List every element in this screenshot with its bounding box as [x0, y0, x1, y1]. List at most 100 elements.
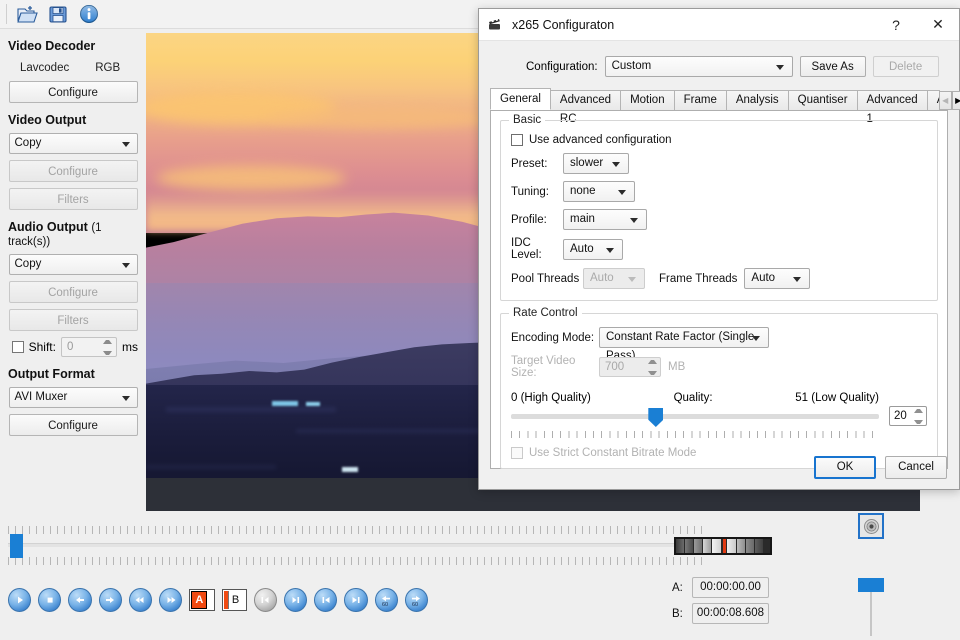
encoding-mode-label: Encoding Mode: [511, 332, 599, 344]
tuning-select[interactable]: none [563, 181, 635, 202]
video-output-codec-value: Copy [15, 137, 42, 149]
pool-threads-select[interactable]: Auto [583, 268, 645, 289]
timeline-handle[interactable] [10, 534, 23, 558]
speaker-icon[interactable] [858, 513, 884, 539]
chevron-down-icon [630, 218, 638, 223]
quality-slider-rail [511, 414, 879, 419]
back-60-button[interactable]: 60 [375, 588, 398, 612]
tab-motion[interactable]: Motion [620, 90, 675, 110]
open-file-icon[interactable] [14, 2, 40, 26]
video-decoder-configure-button[interactable]: Configure [9, 81, 138, 103]
profile-value: main [570, 213, 595, 225]
video-preview [146, 33, 490, 511]
frame-threads-select[interactable]: Auto [744, 268, 810, 289]
tab-scroll-next-icon[interactable]: ▶ [952, 91, 960, 110]
dialog-titlebar: x265 Configuraton ? ✕ [479, 9, 959, 41]
output-format-select[interactable]: AVI Muxer [9, 387, 138, 408]
decoder-colorspace: RGB [95, 62, 120, 74]
delete-button[interactable]: Delete [873, 56, 939, 77]
quality-max-label: 51 (Low Quality) [795, 392, 879, 404]
spinner-arrows-icon[interactable] [103, 340, 112, 355]
dialog-tabs: General Advanced RC Motion Frame Analysi… [490, 89, 948, 111]
basic-group: Basic Use advanced configuration Preset:… [500, 120, 938, 301]
mark-a-button[interactable]: A [189, 589, 214, 611]
save-file-icon[interactable] [45, 2, 71, 26]
target-video-size-unit: MB [668, 361, 685, 373]
timeline-scrollbar[interactable] [8, 526, 708, 571]
video-output-filters-button[interactable]: Filters [9, 188, 138, 210]
marker-a-field[interactable]: 00:00:00.00 [692, 577, 769, 598]
x265-app-icon [488, 16, 505, 34]
tuning-value: none [570, 185, 596, 197]
tab-scroll-prev-icon[interactable]: ◀ [939, 91, 952, 110]
step-back-button[interactable] [68, 588, 91, 612]
tab-analysis[interactable]: Analysis [726, 90, 789, 110]
quality-slider-knob[interactable] [648, 408, 663, 427]
timeline-track[interactable] [8, 543, 708, 547]
quality-slider[interactable] [511, 407, 879, 429]
audio-output-title: Audio Output (1 track(s)) [8, 220, 138, 248]
stop-button[interactable] [38, 588, 61, 612]
tab-advanced-1[interactable]: Advanced 1 [857, 90, 928, 110]
forward-60-button[interactable]: 60 [405, 588, 428, 612]
close-icon[interactable]: ✕ [917, 9, 959, 40]
ok-button[interactable]: OK [814, 456, 876, 479]
idc-level-select[interactable]: Auto [563, 239, 623, 260]
audio-output-configure-button[interactable]: Configure [9, 281, 138, 303]
encoding-mode-select[interactable]: Constant Rate Factor (Single Pass) [599, 327, 769, 348]
go-to-end-button[interactable] [344, 588, 367, 612]
info-icon[interactable] [76, 2, 102, 26]
timeline-ticks-top [8, 526, 708, 534]
configuration-select[interactable]: Custom [605, 56, 793, 77]
marker-b-label: B: [672, 608, 684, 620]
tab-general[interactable]: General [490, 88, 551, 110]
fast-forward-button[interactable] [159, 588, 182, 612]
step-forward-button[interactable] [99, 588, 122, 612]
profile-select[interactable]: main [563, 209, 647, 230]
volume-slider-rail [870, 590, 872, 636]
tab-quantiser[interactable]: Quantiser [788, 90, 858, 110]
volume-slider[interactable] [858, 578, 884, 636]
profile-row: Profile: main [511, 209, 927, 230]
tab-advanced-rc[interactable]: Advanced RC [550, 90, 621, 110]
cancel-button[interactable]: Cancel [885, 456, 947, 479]
help-button[interactable]: ? [875, 9, 917, 40]
audio-output-filters-button[interactable]: Filters [9, 309, 138, 331]
profile-label: Profile: [511, 214, 563, 226]
previous-black-frame-button[interactable] [254, 588, 277, 612]
save-as-button[interactable]: Save As [800, 56, 866, 77]
play-button[interactable] [8, 588, 31, 612]
mark-a-label: A [191, 591, 207, 609]
use-advanced-row: Use advanced configuration [511, 134, 927, 146]
preset-value: slower [570, 157, 603, 169]
video-output-configure-button[interactable]: Configure [9, 160, 138, 182]
marker-b-field[interactable]: 00:00:08.608 [692, 603, 769, 624]
mark-b-button[interactable]: B [222, 589, 247, 611]
spinner-arrows-icon[interactable] [648, 360, 657, 375]
dialog-body: Configuration: Custom Save As Delete Gen… [479, 41, 959, 469]
vu-meter-marker [723, 539, 726, 553]
go-to-start-button[interactable] [314, 588, 337, 612]
rewind-button[interactable] [129, 588, 152, 612]
audio-shift-row: Shift: 0 ms [12, 337, 138, 357]
audio-output-codec-select[interactable]: Copy [9, 254, 138, 275]
target-video-size-row: Target Video Size: 700 MB [511, 355, 927, 379]
volume-slider-knob[interactable] [858, 578, 884, 592]
next-keyframe-button[interactable] [284, 588, 307, 612]
tab-frame[interactable]: Frame [674, 90, 727, 110]
output-format-configure-button[interactable]: Configure [9, 414, 138, 436]
configuration-row: Configuration: Custom Save As Delete [490, 56, 948, 77]
target-video-size-input[interactable]: 700 [599, 357, 661, 377]
audio-shift-input[interactable]: 0 [61, 337, 117, 357]
chevron-down-icon [122, 396, 130, 401]
use-advanced-configuration-checkbox[interactable] [511, 134, 523, 146]
preset-select[interactable]: slower [563, 153, 629, 174]
dialog-footer: OK Cancel [479, 445, 959, 489]
audio-shift-checkbox[interactable] [12, 341, 24, 353]
video-output-codec-select[interactable]: Copy [9, 133, 138, 154]
pool-threads-value: Auto [590, 272, 614, 284]
basic-group-legend: Basic [509, 114, 545, 126]
spinner-arrows-icon[interactable] [914, 409, 923, 424]
marker-b-row: B: 00:00:08.608 [672, 603, 792, 624]
quality-value-input[interactable]: 20 [889, 406, 927, 426]
